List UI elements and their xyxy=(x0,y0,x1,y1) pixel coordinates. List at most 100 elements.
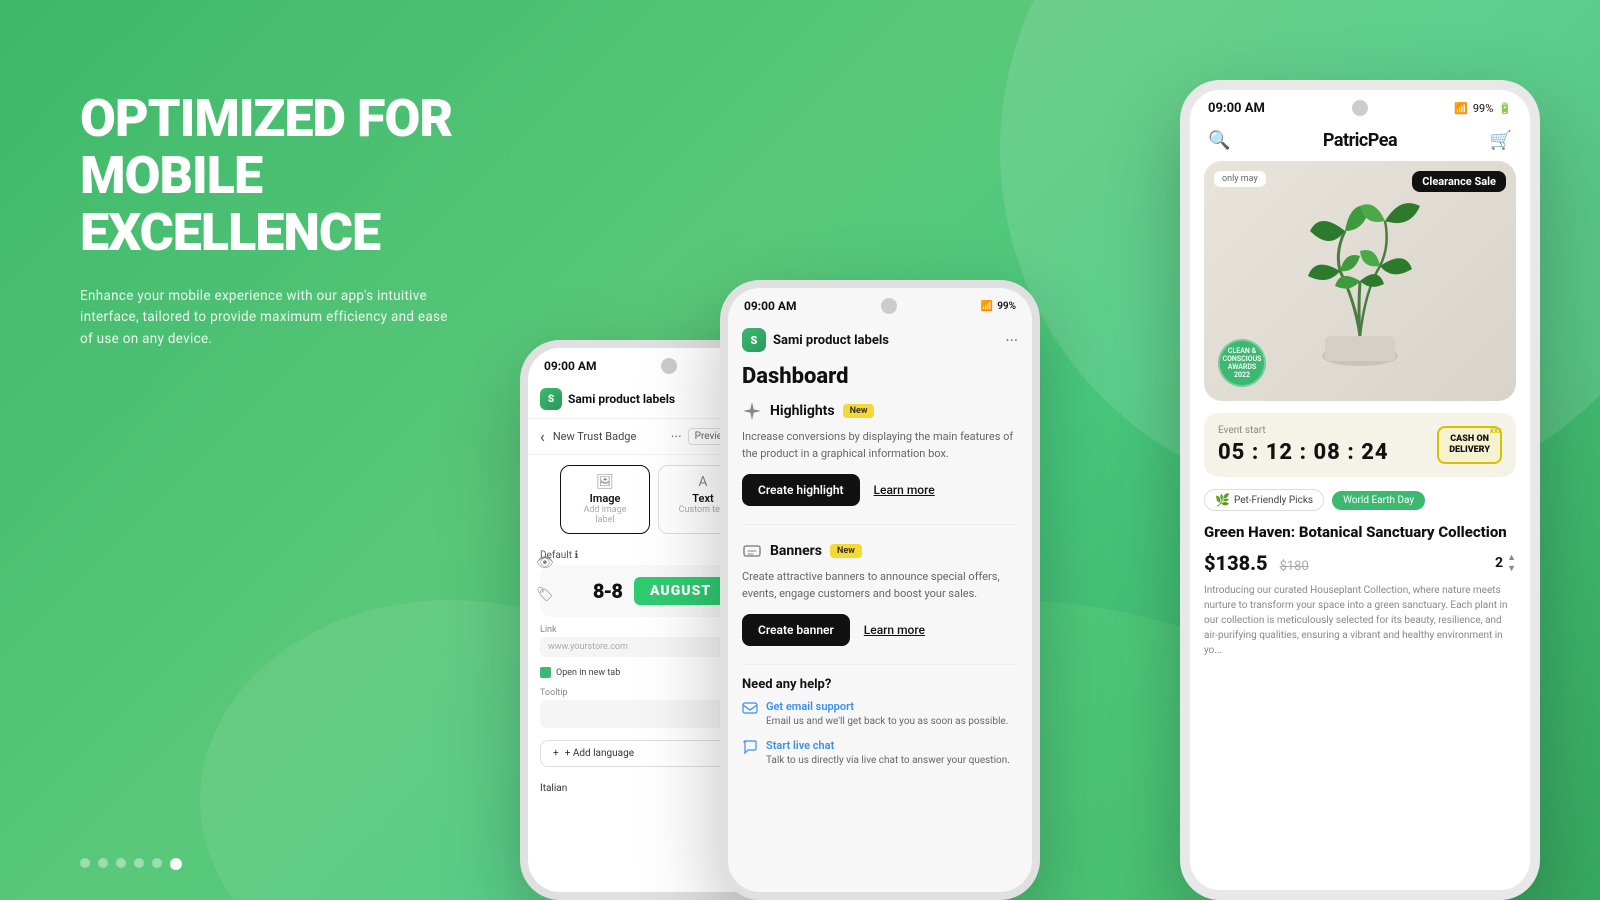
product-card: only may Clearance Sale CLEAN & CONSCIOU… xyxy=(1204,161,1516,401)
timer-section: Event start 05 : 12 : 08 : 24 xxx CASH O… xyxy=(1204,413,1516,477)
timer-display: 05 : 12 : 08 : 24 xyxy=(1218,440,1389,465)
status-icons-right: 📶 99% 🔋 xyxy=(1454,102,1512,115)
leaf-icon: 🌿 xyxy=(1215,493,1230,507)
store-header: 🔍 PatricPea 🛒 xyxy=(1190,122,1530,161)
cod-text-line2: DELIVERY xyxy=(1449,445,1490,456)
badge-only-may: only may xyxy=(1214,171,1266,187)
learn-more-highlights[interactable]: Learn more xyxy=(874,483,935,497)
banners-header: Banners New xyxy=(742,541,1018,561)
badge-sale: Clearance Sale xyxy=(1412,171,1506,192)
plus-icon: + xyxy=(553,748,559,759)
time-mid: 09:00 AM xyxy=(744,299,796,313)
qty-down-arrow[interactable]: ▼ xyxy=(1507,563,1516,574)
subtitle: Enhance your mobile experience with our … xyxy=(80,286,460,351)
tab-image-sub: Add image label xyxy=(575,505,635,525)
battery-icon-right: 🔋 xyxy=(1498,102,1512,115)
dots-button[interactable]: ··· xyxy=(671,429,682,445)
highlights-title: Highlights xyxy=(770,403,835,419)
chat-icon xyxy=(742,739,758,755)
highlights-section: Highlights New Increase conversions by d… xyxy=(728,401,1032,520)
banners-new-badge: New xyxy=(830,544,862,558)
store-name: PatricPea xyxy=(1323,130,1397,151)
live-chat-desc: Talk to us directly via live chat to ans… xyxy=(766,754,1010,768)
cart-icon[interactable]: 🛒 xyxy=(1490,130,1512,151)
phone-mid: 09:00 AM 📶 99% S Sami product labels ···… xyxy=(720,280,1040,900)
quantity-number: 2 xyxy=(1495,555,1503,571)
main-content: OPTIMIZED FOR MOBILE EXCELLENCE Enhance … xyxy=(0,0,1600,900)
tab-image[interactable]: 🖼 Image Add image label xyxy=(560,465,650,534)
notch-right xyxy=(1352,100,1368,116)
tag-pet-friendly[interactable]: 🌿 Pet-Friendly Picks xyxy=(1204,489,1324,511)
price-main: $138.5 xyxy=(1204,551,1268,575)
mid-app-logo: S xyxy=(742,328,766,352)
status-icons-mid: 📶 99% xyxy=(981,301,1016,312)
app-logo-row: S Sami product labels xyxy=(540,388,675,410)
email-support-content: Get email support Email us and we'll get… xyxy=(766,700,1008,729)
back-button[interactable]: ‹ xyxy=(540,427,545,446)
checkbox-open-tab[interactable] xyxy=(540,667,551,678)
status-bar-mid: 09:00 AM 📶 99% xyxy=(728,288,1032,320)
email-support-link[interactable]: Get email support xyxy=(766,700,1008,713)
badge-number: 8-8 xyxy=(593,579,622,603)
status-bar-right: 09:00 AM 📶 99% 🔋 xyxy=(1190,90,1530,122)
divider-1 xyxy=(742,524,1018,525)
search-icon-right[interactable]: 🔍 xyxy=(1208,130,1230,151)
divider-2 xyxy=(742,664,1018,665)
mid-app-header: S Sami product labels ··· xyxy=(728,320,1032,360)
quantity-arrows[interactable]: ▲ ▼ xyxy=(1507,552,1516,574)
create-highlight-button[interactable]: Create highlight xyxy=(742,474,860,506)
badge-arrow: AUGUST xyxy=(634,577,727,605)
app-name-left: Sami product labels xyxy=(568,392,675,406)
tag2-label: World Earth Day xyxy=(1343,495,1414,506)
live-chat-content: Start live chat Talk to us directly via … xyxy=(766,739,1010,768)
price-old: $180 xyxy=(1280,559,1309,574)
wifi-icon-mid: 📶 xyxy=(981,301,993,312)
price-area: $138.5 $180 xyxy=(1204,551,1309,575)
italian-label: Italian xyxy=(540,783,567,794)
tag1-label: Pet-Friendly Picks xyxy=(1234,495,1313,506)
dashboard-title: Dashboard xyxy=(728,360,1032,401)
learn-more-banners[interactable]: Learn more xyxy=(864,623,925,637)
wifi-icon-right: 📶 xyxy=(1454,102,1468,115)
tags-row: 🌿 Pet-Friendly Picks World Earth Day xyxy=(1190,489,1530,519)
award-badge: CLEAN & CONSCIOUS AWARDS 2022 xyxy=(1218,339,1266,387)
email-support-desc: Email us and we'll get back to you as so… xyxy=(766,715,1008,729)
highlights-icon xyxy=(742,401,762,421)
product-image-area: only may Clearance Sale CLEAN & CONSCIOU… xyxy=(1204,161,1516,401)
timer-label: Event start xyxy=(1218,425,1389,436)
tab-image-title: Image xyxy=(575,492,635,505)
side-icons: 👁 🏷 xyxy=(536,555,554,603)
mid-more-button[interactable]: ··· xyxy=(1005,331,1018,350)
banners-desc: Create attractive banners to announce sp… xyxy=(742,569,1018,602)
banners-title: Banners xyxy=(770,543,822,559)
cod-xxx: xxx xyxy=(1490,426,1502,435)
main-title: OPTIMIZED FOR MOBILE EXCELLENCE xyxy=(80,90,500,262)
left-section: OPTIMIZED FOR MOBILE EXCELLENCE Enhance … xyxy=(80,80,500,350)
tag-world-earth[interactable]: World Earth Day xyxy=(1332,491,1425,510)
image-icon: 🖼 xyxy=(575,474,635,490)
quantity-control: 2 ▲ ▼ xyxy=(1495,552,1516,574)
tag-icon-side[interactable]: 🏷 xyxy=(536,587,554,603)
battery-right: 99% xyxy=(1473,102,1493,115)
mid-app-row: S Sami product labels xyxy=(742,328,889,352)
create-banner-button[interactable]: Create banner xyxy=(742,614,850,646)
time-right: 09:00 AM xyxy=(1208,101,1265,116)
price-row: $138.5 $180 2 ▲ ▼ xyxy=(1190,551,1530,583)
qty-up-arrow[interactable]: ▲ xyxy=(1507,552,1516,563)
live-chat-link[interactable]: Start live chat xyxy=(766,739,1010,752)
phone-right: 09:00 AM 📶 99% 🔋 🔍 PatricPea 🛒 xyxy=(1180,80,1540,900)
cod-badge: xxx CASH ON DELIVERY xyxy=(1437,426,1502,464)
banners-section: Banners New Create attractive banners to… xyxy=(728,529,1032,660)
help-section: Need any help? Get email support Email u… xyxy=(728,669,1032,786)
eye-icon[interactable]: 👁 xyxy=(536,555,554,571)
time-left: 09:00 AM xyxy=(544,359,596,373)
timer-left: Event start 05 : 12 : 08 : 24 xyxy=(1218,425,1389,465)
mid-app-name: Sami product labels xyxy=(773,333,889,348)
cod-text-line1: CASH ON xyxy=(1449,434,1490,445)
email-support-item: Get email support Email us and we'll get… xyxy=(742,700,1018,729)
banners-icon xyxy=(742,541,762,561)
highlights-desc: Increase conversions by displaying the m… xyxy=(742,429,1018,462)
notch-left xyxy=(661,358,677,374)
battery-mid: 99% xyxy=(997,301,1016,312)
help-title: Need any help? xyxy=(742,677,1018,692)
